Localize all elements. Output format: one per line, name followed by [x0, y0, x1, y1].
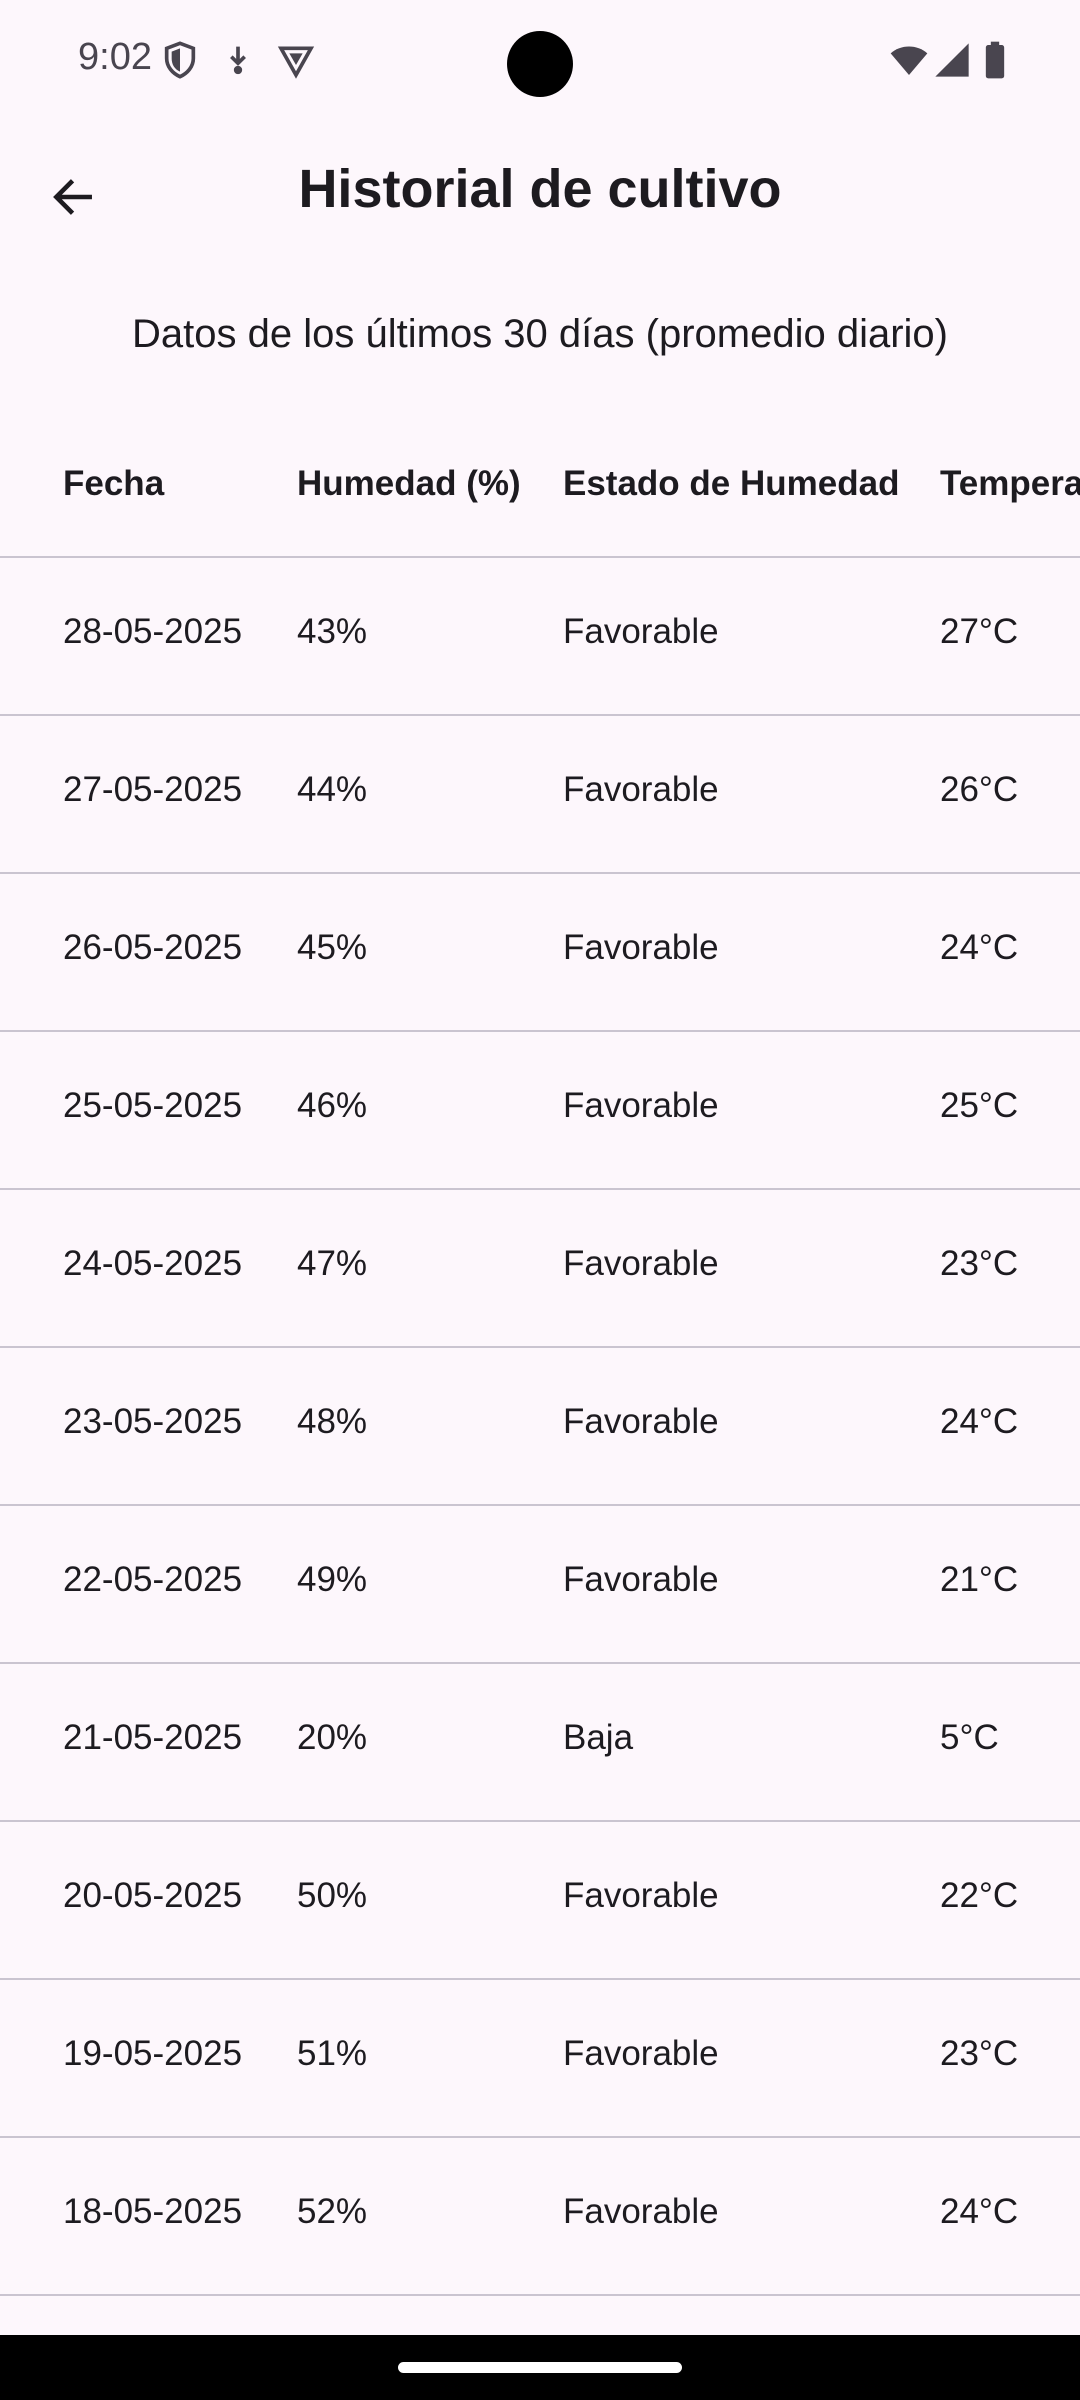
cell-temperatura: 25°C: [940, 1086, 1019, 1125]
cell-estado: Favorable: [563, 2192, 719, 2231]
cell-estado: Favorable: [563, 1876, 719, 1915]
shield-icon: [160, 40, 200, 80]
cell-estado: Favorable: [563, 1560, 719, 1599]
cell-temperatura: 22°C: [940, 1876, 1019, 1915]
cell-humedad: 44%: [297, 770, 368, 809]
column-header-fecha: Fecha: [63, 464, 165, 503]
subtitle: Datos de los últimos 30 días (promedio d…: [132, 312, 948, 356]
table-row: 19-05-2025 51% Favorable 23°C: [0, 1980, 1080, 2138]
table-row: 20-05-2025 50% Favorable 22°C: [0, 1822, 1080, 1980]
cell-temperatura: 24°C: [940, 1402, 1019, 1441]
cell-fecha: 22-05-2025: [63, 1560, 243, 1599]
cell-fecha: 23-05-2025: [63, 1402, 243, 1441]
table-row: 23-05-2025 48% Favorable 24°C: [0, 1348, 1080, 1506]
cell-humedad: 45%: [297, 928, 368, 967]
column-header-humedad: Humedad (%): [297, 464, 521, 503]
battery-icon: [980, 40, 1020, 80]
cell-estado: Baja: [563, 1718, 634, 1757]
cell-estado: Favorable: [563, 2034, 719, 2073]
cell-estado: Favorable: [563, 612, 719, 651]
column-header-temperatura: Temperatura: [940, 464, 1080, 503]
cell-estado: Favorable: [563, 1086, 719, 1125]
table-row: [0, 2296, 1080, 2335]
cell-fecha: 19-05-2025: [63, 2034, 243, 2073]
cell-humedad: 48%: [297, 1402, 368, 1441]
table-row: 25-05-2025 46% Favorable 25°C: [0, 1032, 1080, 1190]
cell-temperatura: 23°C: [940, 1244, 1019, 1283]
cell-humedad: 52%: [297, 2192, 368, 2231]
cell-temperatura: 24°C: [940, 2192, 1019, 2231]
cell-fecha: 18-05-2025: [63, 2192, 243, 2231]
history-table[interactable]: Fecha Humedad (%) Estado de Humedad Temp…: [0, 418, 1080, 2335]
cellular-signal-icon: [932, 40, 972, 80]
status-time: 9:02: [78, 36, 152, 78]
cell-estado: Favorable: [563, 1244, 719, 1283]
cell-fecha: 25-05-2025: [63, 1086, 243, 1125]
cell-estado: Favorable: [563, 770, 719, 809]
cell-temperatura: 21°C: [940, 1560, 1019, 1599]
cell-fecha: 28-05-2025: [63, 612, 243, 651]
cell-fecha: 24-05-2025: [63, 1244, 243, 1283]
table-row: 24-05-2025 47% Favorable 23°C: [0, 1190, 1080, 1348]
cell-temperatura: 24°C: [940, 928, 1019, 967]
cell-temperatura: 23°C: [940, 2034, 1019, 2073]
cell-humedad: 49%: [297, 1560, 368, 1599]
table-row: 27-05-2025 44% Favorable 26°C: [0, 716, 1080, 874]
table-row: 22-05-2025 49% Favorable 21°C: [0, 1506, 1080, 1664]
wifi-icon: [888, 40, 928, 80]
cell-humedad: 50%: [297, 1876, 368, 1915]
cell-temperatura: 27°C: [940, 612, 1019, 651]
status-bar: 9:02: [0, 0, 1080, 120]
app-bar: Historial de cultivo: [0, 120, 1080, 260]
download-icon: [218, 40, 258, 80]
table-header: Fecha Humedad (%) Estado de Humedad Temp…: [0, 418, 1080, 558]
cell-estado: Favorable: [563, 928, 719, 967]
cell-temperatura: 26°C: [940, 770, 1019, 809]
camera-cutout: [507, 31, 573, 97]
cell-fecha: 21-05-2025: [63, 1718, 243, 1757]
table-row: 28-05-2025 43% Favorable 27°C: [0, 558, 1080, 716]
cell-humedad: 20%: [297, 1718, 368, 1757]
cell-fecha: 27-05-2025: [63, 770, 243, 809]
home-gesture-handle[interactable]: [398, 2362, 682, 2373]
vpn-icon: [276, 40, 316, 80]
column-header-estado: Estado de Humedad: [563, 464, 900, 503]
cell-fecha: 20-05-2025: [63, 1876, 243, 1915]
cell-fecha: 26-05-2025: [63, 928, 243, 967]
table-row: 21-05-2025 20% Baja 5°C: [0, 1664, 1080, 1822]
cell-humedad: 46%: [297, 1086, 368, 1125]
page-title: Historial de cultivo: [298, 159, 782, 219]
navigation-bar: [0, 2335, 1080, 2400]
cell-estado: Favorable: [563, 1402, 719, 1441]
cell-humedad: 47%: [297, 1244, 368, 1283]
cell-humedad: 43%: [297, 612, 368, 651]
cell-humedad: 51%: [297, 2034, 368, 2073]
table-row: 18-05-2025 52% Favorable 24°C: [0, 2138, 1080, 2296]
table-row: 26-05-2025 45% Favorable 24°C: [0, 874, 1080, 1032]
cell-temperatura: 5°C: [940, 1718, 999, 1757]
